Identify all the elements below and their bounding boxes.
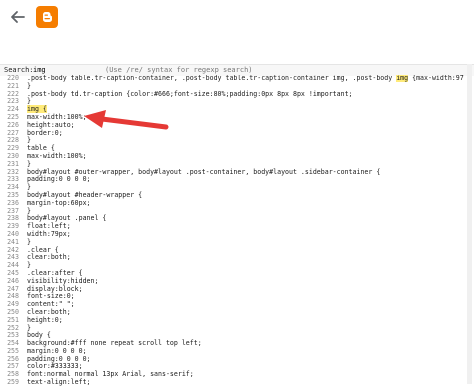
code-segment: .post-body table.tr-caption-container, .… [27, 75, 397, 82]
code-segment: display:block; [27, 284, 83, 293]
code-line: 226 height:auto; [0, 120, 464, 130]
code-segment: color:#333333; [27, 362, 83, 371]
code-segment: font:normal normal 13px Arial, sans-seri… [27, 370, 194, 379]
code-line: 223} [0, 97, 464, 106]
search-input[interactable] [33, 66, 75, 75]
code-line: 243 clear:both; [0, 253, 464, 262]
search-match-highlight: img { [27, 105, 47, 114]
code-line: 230 max-width:100%; [0, 151, 464, 161]
code-segment: height:0; [27, 315, 63, 324]
code-segment: body { [27, 331, 51, 340]
code-segment: .post-body td.tr-caption {color:#666;fon… [27, 89, 353, 98]
top-bar [0, 0, 474, 34]
code-segment: } [27, 159, 31, 168]
code-line: 220 .post-body table.tr-caption-container… [0, 75, 464, 83]
code-line: 236 margin-top:60px; [0, 198, 464, 208]
code-segment: .clear { [27, 245, 59, 254]
code-line: 251 height:0; [0, 315, 464, 325]
code-text: .post-body table.tr-caption-container, .… [27, 75, 464, 83]
code-segment: float:left; [27, 222, 71, 231]
code-segment: clear:both; [27, 253, 71, 262]
code-line: 241} [0, 237, 464, 247]
code-segment: clear:both; [27, 307, 71, 316]
code-segment: font-size:0; [27, 292, 75, 301]
code-text: width:79px; [27, 229, 71, 239]
code-segment: height:auto; [27, 120, 75, 129]
code-segment: max-width:100%; [27, 151, 87, 160]
code-text: padding:0 0 0 0; [27, 175, 91, 184]
code-segment: } [27, 97, 31, 106]
code-text: height:0; [27, 315, 63, 325]
code-line: 228} [0, 136, 464, 145]
code-segment: background:#fff none repeat scroll top l… [27, 339, 202, 348]
code-segment: width:79px; [27, 229, 71, 238]
code-line: 222 .post-body td.tr-caption {color:#666;… [0, 89, 464, 99]
code-segment: table { [27, 144, 55, 153]
code-segment: padding:0 0 0 0; [27, 354, 91, 363]
code-segment: body#layout #header-wrapper { [27, 190, 143, 199]
arrow-left-icon [11, 11, 25, 23]
code-text: .post-body td.tr-caption {color:#666;fon… [27, 89, 353, 99]
code-line: 233 padding:0 0 0 0; [0, 175, 464, 184]
code-segment: visibility:hidden; [27, 276, 99, 285]
code-text: text-align:left; [27, 378, 91, 386]
code-text: border:0; [27, 128, 63, 138]
line-number: 259 [7, 378, 19, 386]
code-segment: text-align:left; [27, 378, 91, 386]
code-segment: margin-top:60px; [27, 198, 91, 207]
code-segment: .clear:after { [27, 268, 83, 277]
code-line: 240 width:79px; [0, 229, 464, 239]
code-segment: border:0; [27, 128, 63, 137]
code-segment: } [27, 81, 31, 90]
vertical-scrollbar[interactable] [467, 64, 472, 384]
blogger-logo-icon[interactable] [36, 6, 58, 28]
code-text: max-width:100%; [27, 151, 87, 161]
code-segment: padding:0 0 0 0; [27, 175, 91, 184]
code-segment: body#layout .panel { [27, 214, 107, 223]
code-segment: max-width:100%; [27, 112, 87, 121]
code-segment: } [27, 261, 31, 270]
code-line: 227 border:0; [0, 128, 464, 138]
code-line: 252} [0, 323, 464, 333]
search-match-highlight: img [396, 75, 409, 82]
code-editor[interactable]: 220 .post-body table.tr-caption-container… [0, 75, 464, 386]
code-segment: content:" "; [27, 300, 75, 309]
code-segment: } [27, 183, 31, 192]
code-segment: body#layout #outer-wrapper, body#layout … [27, 167, 381, 176]
code-segment: {max-width:97%;height:auto; [412, 75, 464, 82]
code-line: 259 text-align:left; [0, 378, 464, 386]
red-arrow-annotation [84, 110, 169, 130]
code-segment: margin:0 0 0 0; [27, 346, 87, 355]
code-segment: } [27, 206, 31, 215]
back-button[interactable] [8, 7, 28, 27]
code-text: clear:both; [27, 253, 71, 262]
code-line: 250 clear:both; [0, 307, 464, 317]
code-segment: } [27, 136, 31, 145]
code-segment: } [27, 323, 31, 332]
code-text: margin-top:60px; [27, 198, 91, 208]
code-segment: } [27, 237, 31, 246]
